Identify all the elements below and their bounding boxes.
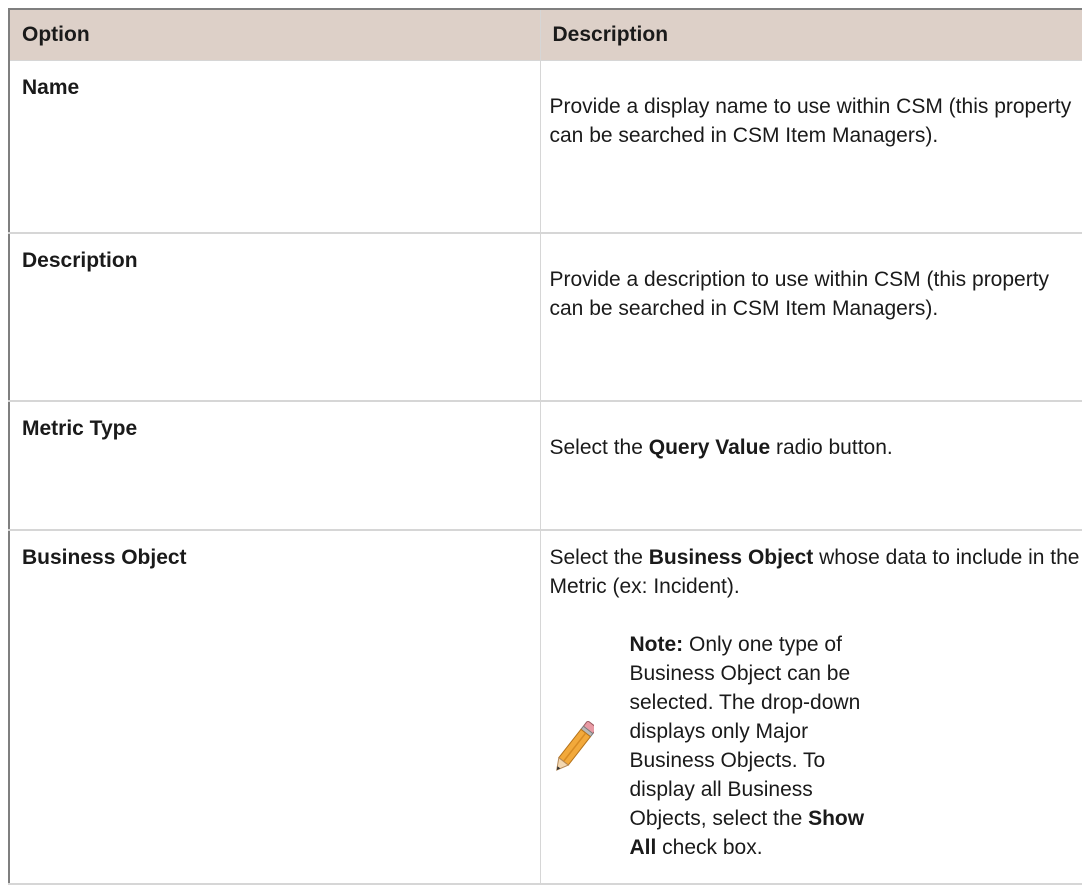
description-text-pre: Select the [550, 546, 649, 569]
note-label: Note: [630, 633, 684, 656]
description-text: Select the Business Object whose data to… [550, 543, 1082, 601]
note-block: Note: Only one type of Business Object c… [550, 630, 1082, 862]
header-option: Option [9, 9, 540, 61]
option-cell: Name [9, 61, 540, 234]
description-text-post: radio button. [770, 436, 893, 459]
note-text-pre: Only one type of Business Object can be … [630, 633, 861, 830]
description-cell: Provide a description to use within CSM … [540, 233, 1082, 401]
table-row: Description Provide a description to use… [9, 233, 1082, 401]
description-cell: Select the Business Object whose data to… [540, 530, 1082, 884]
note-text-post: check box. [656, 836, 762, 859]
header-description: Description [540, 9, 1082, 61]
table-header-row: Option Description [9, 9, 1082, 61]
description-text: Select the Query Value radio button. [550, 417, 1082, 462]
description-cell: Provide a display name to use within CSM… [540, 61, 1082, 234]
note-text: Note: Only one type of Business Object c… [630, 630, 892, 862]
option-cell: Description [9, 233, 540, 401]
description-emphasis: Business Object [649, 546, 814, 569]
options-table: Option Description Name Provide a displa… [8, 8, 1082, 885]
description-text: Provide a description to use within CSM … [550, 249, 1082, 323]
table-row: Business Object Select the Business Obje… [9, 530, 1082, 884]
option-cell: Business Object [9, 530, 540, 884]
table-row: Name Provide a display name to use withi… [9, 61, 1082, 234]
description-text: Provide a display name to use within CSM… [550, 76, 1082, 150]
description-cell: Select the Query Value radio button. [540, 401, 1082, 530]
description-text-pre: Select the [550, 436, 649, 459]
pencil-icon [550, 630, 630, 788]
description-emphasis: Query Value [649, 436, 770, 459]
table-row: Metric Type Select the Query Value radio… [9, 401, 1082, 530]
option-cell: Metric Type [9, 401, 540, 530]
